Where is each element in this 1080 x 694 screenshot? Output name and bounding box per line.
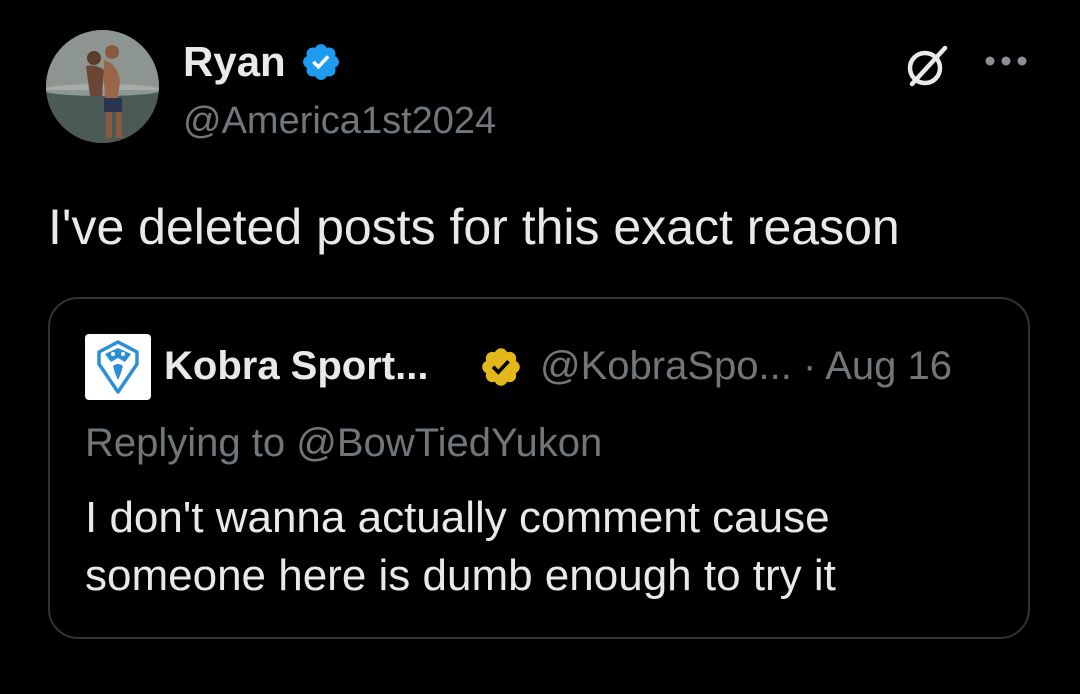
quoted-post-date[interactable]: Aug 16 [825,344,952,388]
author-avatar[interactable] [46,30,159,143]
grok-icon[interactable] [903,42,951,90]
more-options-icon[interactable] [983,54,1029,68]
author-handle[interactable]: @America1st2024 [183,96,496,146]
quoted-post-card[interactable]: Kobra Sport... @KobraSpo... · Aug 16 Rep… [48,297,1030,639]
quoted-meta: @KobraSpo... · Aug 16 [540,341,952,391]
post-text: I've deleted posts for this exact reason [48,199,900,255]
author-name[interactable]: Ryan [183,36,286,88]
quoted-post-text: I don't wanna actually comment cause som… [85,493,836,600]
verified-badge-icon [303,44,339,80]
profile-photo-icon [46,30,159,143]
verified-gold-badge-icon [482,348,520,386]
quoted-author-avatar[interactable] [85,334,151,400]
meta-separator: · [802,344,817,388]
kobra-logo-icon [97,340,139,394]
quoted-author-handle[interactable]: @KobraSpo... [540,344,792,388]
quoted-author-name[interactable]: Kobra Sport... [164,341,428,391]
replying-to[interactable]: Replying to @BowTiedYukon [85,417,602,469]
